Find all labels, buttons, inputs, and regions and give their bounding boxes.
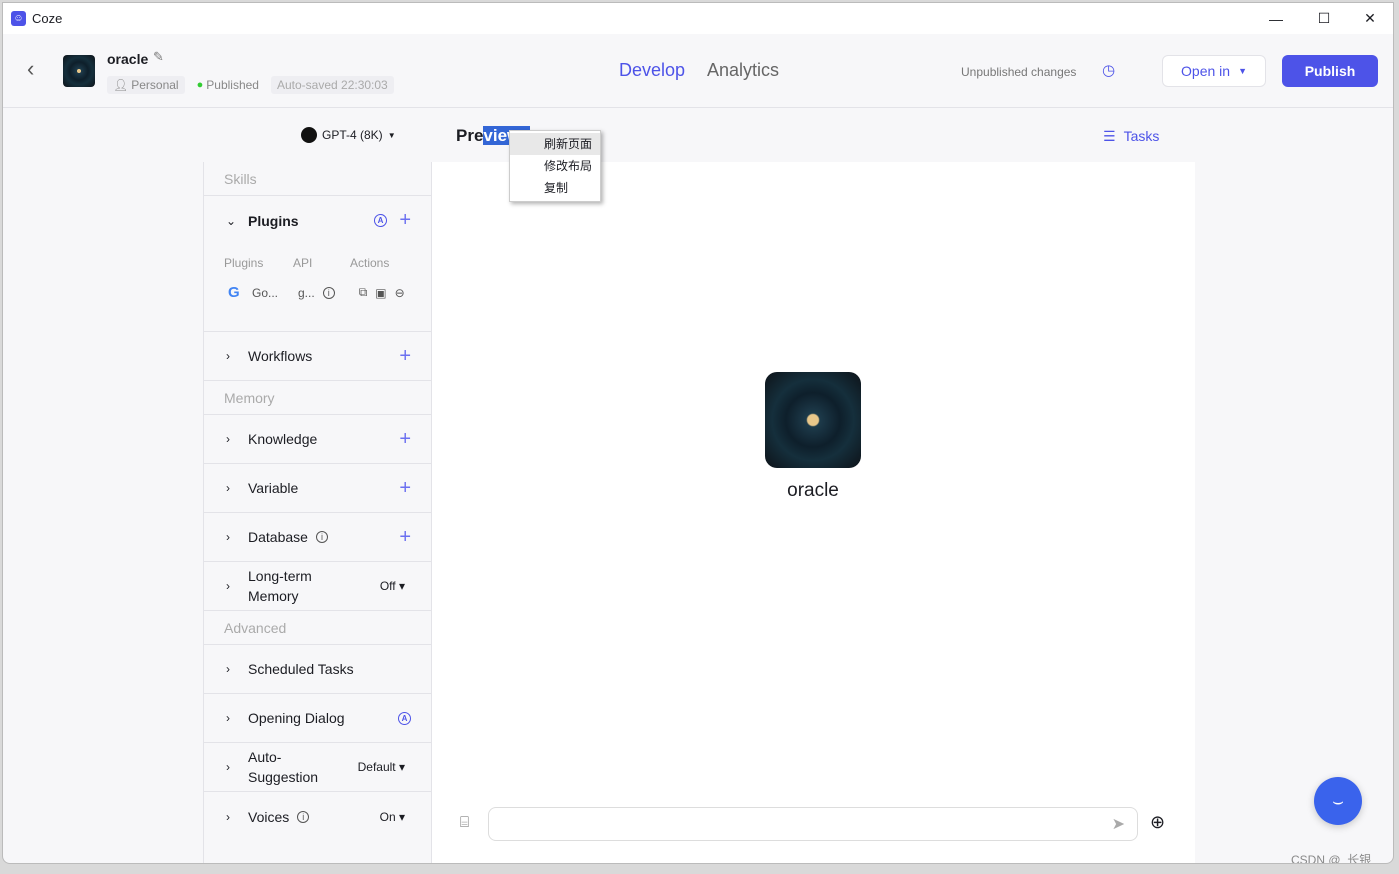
chevron-right-icon: › xyxy=(226,760,230,774)
add-workflow-button[interactable]: + xyxy=(399,345,411,368)
plugin-columns: Plugins API Actions xyxy=(224,256,390,270)
menu-item-copy[interactable]: 复制 xyxy=(510,177,600,199)
open-in-button[interactable]: Open in ▼ xyxy=(1162,55,1266,87)
variable-row[interactable]: › Variable + xyxy=(204,464,431,513)
add-attachment-icon[interactable]: ⊕ xyxy=(1150,812,1165,833)
context-menu: 刷新页面 修改布局 复制 xyxy=(509,130,601,202)
card-icon[interactable]: ▣ xyxy=(375,286,386,300)
clear-history-icon[interactable]: ⌸ xyxy=(460,814,469,831)
check-circle-icon: ● xyxy=(196,79,204,91)
voices-row[interactable]: › Voices i On ▾ xyxy=(204,792,431,841)
chevron-right-icon: › xyxy=(226,432,230,446)
long-term-memory-row[interactable]: › Long-term Memory Off ▾ xyxy=(204,562,431,611)
plugins-row[interactable]: ⌄ Plugins A + xyxy=(204,196,431,245)
plugin-item[interactable]: G Go... g... i ⧉ ▣ ⊖ xyxy=(228,284,418,301)
bot-avatar xyxy=(63,55,95,87)
chevron-right-icon: › xyxy=(226,481,230,495)
opening-dialog-row[interactable]: › Opening Dialog A xyxy=(204,694,431,743)
autosaved-tag: Auto-saved 22:30:03 xyxy=(270,76,394,94)
caret-down-icon: ▼ xyxy=(387,130,396,140)
chat-icon: ⌣ xyxy=(1332,790,1344,811)
history-icon[interactable]: ◷ xyxy=(1102,61,1115,79)
chevron-right-icon: › xyxy=(226,711,230,725)
chevron-right-icon: › xyxy=(226,349,230,363)
info-icon[interactable]: i xyxy=(322,286,335,299)
chevron-right-icon: › xyxy=(226,662,230,676)
title-bar: ☺ Coze — ☐ ✕ xyxy=(3,3,1393,34)
header: ‹ oracle ✎ 👤︎ Personal ● Published Auto-sa… xyxy=(3,34,1393,108)
preview-bot-name: oracle xyxy=(787,480,839,501)
menu-item-edit-layout[interactable]: 修改布局 xyxy=(510,155,600,177)
section-skills: Skills xyxy=(204,162,431,196)
maximize-button[interactable]: ☐ xyxy=(1301,3,1347,34)
window-title: Coze xyxy=(32,11,63,26)
add-variable-button[interactable]: + xyxy=(399,477,411,500)
openai-icon xyxy=(301,127,317,143)
tasks-icon: ☰ xyxy=(1103,128,1116,144)
chevron-right-icon: › xyxy=(226,579,230,593)
skills-sidebar: Skills ⌄ Plugins A + Plugins API Actions G Go… xyxy=(203,162,432,863)
section-advanced: Advanced xyxy=(204,611,431,645)
watermark: CSDN @_长银_ xyxy=(1291,853,1378,864)
google-icon: G xyxy=(228,284,240,301)
caret-down-icon: ▼ xyxy=(1238,66,1247,76)
plugins-section: ⌄ Plugins A + Plugins API Actions G Go... g..… xyxy=(204,196,431,332)
chevron-right-icon: › xyxy=(226,809,230,824)
chat-input[interactable]: ➤ xyxy=(488,807,1138,841)
database-row[interactable]: › Database i + xyxy=(204,513,431,562)
minimize-button[interactable]: — xyxy=(1253,3,1299,34)
suggestion-dropdown[interactable]: Default ▾ xyxy=(358,760,405,774)
tab-develop[interactable]: Develop xyxy=(619,60,685,81)
add-plugin-button[interactable]: + xyxy=(399,209,411,232)
preview-panel: oracle ⌸ ➤ ⊕ xyxy=(432,162,1195,863)
published-status: ● Published xyxy=(196,78,259,92)
info-icon[interactable]: i xyxy=(315,531,328,543)
personal-tag: 👤︎ Personal xyxy=(107,76,185,94)
bot-name: oracle xyxy=(107,51,149,67)
add-knowledge-button[interactable]: + xyxy=(399,428,411,451)
edit-icon[interactable]: ✎ xyxy=(153,49,164,65)
model-selector[interactable]: GPT-4 (8K) ▼ xyxy=(301,127,396,143)
section-memory: Memory xyxy=(204,381,431,415)
chevron-down-icon: ⌄ xyxy=(226,213,237,228)
info-icon[interactable]: i xyxy=(297,810,310,823)
close-button[interactable]: ✕ xyxy=(1347,3,1393,34)
add-database-button[interactable]: + xyxy=(399,526,411,549)
workflows-row[interactable]: › Workflows + xyxy=(204,332,431,381)
tasks-button[interactable]: ☰ Tasks xyxy=(1103,128,1159,145)
unpublished-changes: Unpublished changes xyxy=(961,65,1077,79)
chevron-right-icon: › xyxy=(226,530,230,544)
back-button[interactable]: ‹ xyxy=(27,56,34,82)
bot-avatar-large xyxy=(765,372,861,468)
coze-logo-icon: ☺ xyxy=(11,11,26,26)
auto-suggestion-row[interactable]: › Auto- Suggestion Default ▾ xyxy=(204,743,431,792)
app-window: ☺ Coze — ☐ ✕ ‹ oracle ✎ 👤︎ Personal ● Publ… xyxy=(2,2,1394,864)
copy-icon[interactable]: ⧉ xyxy=(359,285,368,300)
scheduled-tasks-row[interactable]: › Scheduled Tasks xyxy=(204,645,431,694)
tab-analytics[interactable]: Analytics xyxy=(707,60,779,81)
ltm-dropdown[interactable]: Off ▾ xyxy=(380,579,405,593)
send-icon[interactable]: ➤ xyxy=(1112,814,1125,834)
remove-icon[interactable]: ⊖ xyxy=(395,286,405,300)
feedback-chat-button[interactable]: ⌣ xyxy=(1314,777,1362,825)
publish-button[interactable]: Publish xyxy=(1282,55,1378,87)
knowledge-row[interactable]: › Knowledge + xyxy=(204,415,431,464)
auto-icon[interactable]: A xyxy=(398,711,411,725)
person-icon: 👤︎ xyxy=(113,78,129,92)
auto-icon[interactable]: A xyxy=(374,214,387,227)
menu-item-refresh[interactable]: 刷新页面 xyxy=(510,133,600,155)
voices-dropdown[interactable]: On ▾ xyxy=(380,810,405,824)
